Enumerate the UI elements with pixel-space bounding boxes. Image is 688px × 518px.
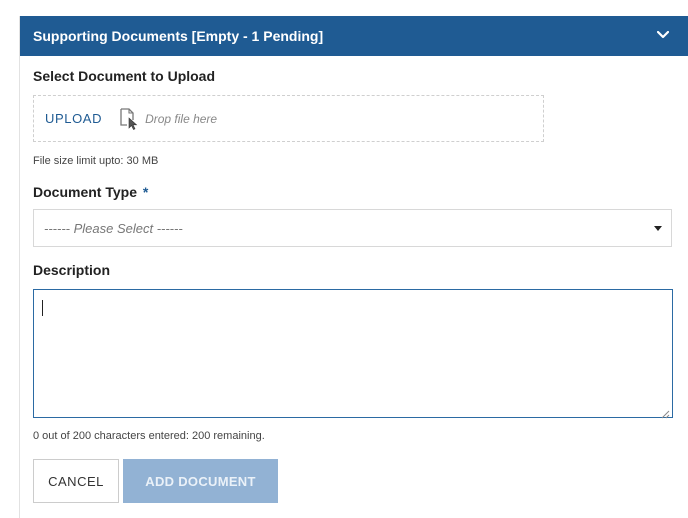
description-label: Description xyxy=(33,262,111,278)
add-document-button[interactable]: ADD DOCUMENT xyxy=(123,459,278,503)
supporting-documents-panel: Supporting Documents [Empty - 1 Pending]… xyxy=(19,16,688,518)
document-type-label-text: Document Type xyxy=(33,184,137,200)
drop-file-text: Drop file here xyxy=(145,111,218,126)
document-type-select[interactable]: ------ Please Select ------ xyxy=(33,209,672,247)
character-counter: 0 out of 200 characters entered: 200 rem… xyxy=(33,430,265,442)
caret-down-icon xyxy=(654,226,662,231)
required-marker: * xyxy=(142,184,149,200)
upload-section-label: Select Document to Upload xyxy=(33,68,216,84)
upload-link[interactable]: UPLOAD xyxy=(45,111,102,126)
panel-title: Supporting Documents [Empty - 1 Pending] xyxy=(33,28,324,44)
chevron-down-icon[interactable] xyxy=(655,27,671,43)
document-type-selected-value: ------ Please Select ------ xyxy=(44,220,183,236)
file-dropzone[interactable]: UPLOAD Drop file here xyxy=(33,95,544,142)
panel-header[interactable]: Supporting Documents [Empty - 1 Pending] xyxy=(20,16,688,56)
file-drop-cursor-icon xyxy=(119,107,139,130)
description-textarea[interactable] xyxy=(33,289,673,418)
file-size-limit: File size limit upto: 30 MB xyxy=(33,155,159,167)
resize-grip-icon[interactable] xyxy=(660,406,670,419)
document-type-label: Document Type * xyxy=(33,184,148,200)
cancel-button[interactable]: CANCEL xyxy=(33,459,119,503)
text-cursor xyxy=(42,300,43,316)
